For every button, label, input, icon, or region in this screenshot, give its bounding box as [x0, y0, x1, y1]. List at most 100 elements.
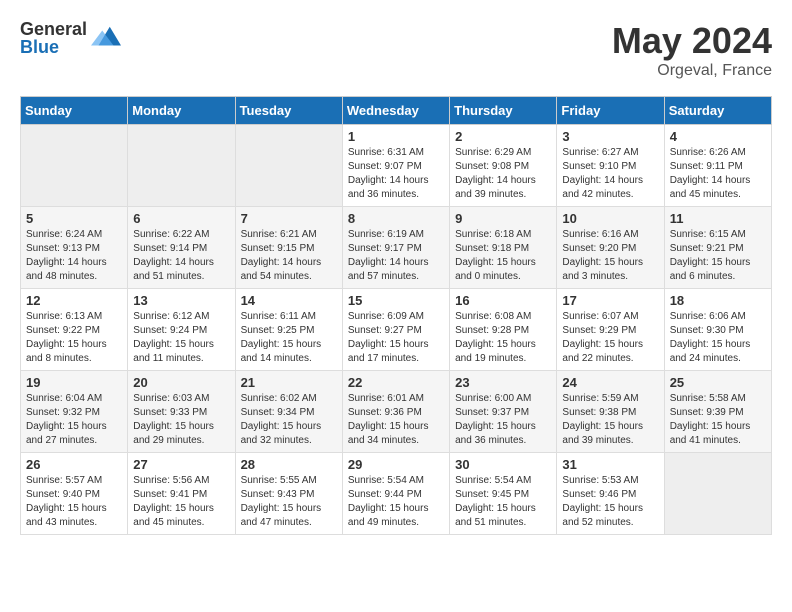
header-day: Friday [557, 97, 664, 125]
calendar-cell [235, 125, 342, 207]
day-info: Sunrise: 6:13 AM Sunset: 9:22 PM Dayligh… [26, 310, 122, 366]
logo-general-text: General [20, 20, 87, 38]
day-info: Sunrise: 6:00 AM Sunset: 9:37 PM Dayligh… [455, 392, 551, 448]
header-day: Thursday [450, 97, 557, 125]
calendar-cell: 10Sunrise: 6:16 AM Sunset: 9:20 PM Dayli… [557, 207, 664, 289]
calendar-cell: 24Sunrise: 5:59 AM Sunset: 9:38 PM Dayli… [557, 371, 664, 453]
calendar-cell: 9 Sunrise: 6:18 AM Sunset: 9:18 PM Daylig… [450, 207, 557, 289]
day-number: 7 [241, 211, 337, 226]
day-number: 28 [241, 457, 337, 472]
calendar-cell: 13 Sunrise: 6:12 AM Sunset: 9:24 PM Dayli… [128, 289, 235, 371]
day-number: 21 [241, 375, 337, 390]
day-info: Sunrise: 5:56 AM Sunset: 9:41 PM Dayligh… [133, 474, 229, 530]
day-info: Sunrise: 6:06 AM Sunset: 9:30 PM Dayligh… [670, 310, 766, 366]
header-day: Monday [128, 97, 235, 125]
calendar-body: 1 Sunrise: 6:31 AM Sunset: 9:07 PM Daylig… [21, 125, 772, 535]
day-info: Sunrise: 6:21 AM Sunset: 9:15 PM Dayligh… [241, 228, 337, 284]
calendar-header: SundayMondayTuesdayWednesdayThursdayFrid… [21, 97, 772, 125]
day-info: Sunrise: 6:24 AM Sunset: 9:13 PM Dayligh… [26, 228, 122, 284]
header-day: Wednesday [342, 97, 449, 125]
calendar-cell: 6Sunrise: 6:22 AM Sunset: 9:14 PM Daylig… [128, 207, 235, 289]
month-title: May 2024 [612, 20, 772, 62]
calendar-table: SundayMondayTuesdayWednesdayThursdayFrid… [20, 96, 772, 535]
day-number: 14 [241, 293, 337, 308]
day-number: 26 [26, 457, 122, 472]
day-info: Sunrise: 6:15 AM Sunset: 9:21 PM Dayligh… [670, 228, 766, 284]
calendar-cell: 23 Sunrise: 6:00 AM Sunset: 9:37 PM Dayli… [450, 371, 557, 453]
calendar-cell: 4 Sunrise: 6:26 AM Sunset: 9:11 PM Daylig… [664, 125, 771, 207]
day-number: 29 [348, 457, 444, 472]
day-number: 17 [562, 293, 658, 308]
day-number: 22 [348, 375, 444, 390]
day-number: 2 [455, 129, 551, 144]
calendar-cell: 29Sunrise: 5:54 AM Sunset: 9:44 PM Dayli… [342, 453, 449, 535]
day-info: Sunrise: 5:55 AM Sunset: 9:43 PM Dayligh… [241, 474, 337, 530]
day-info: Sunrise: 6:03 AM Sunset: 9:33 PM Dayligh… [133, 392, 229, 448]
day-info: Sunrise: 6:19 AM Sunset: 9:17 PM Dayligh… [348, 228, 444, 284]
calendar-cell: 3 Sunrise: 6:27 AM Sunset: 9:10 PM Daylig… [557, 125, 664, 207]
calendar-cell [128, 125, 235, 207]
header-day: Saturday [664, 97, 771, 125]
day-info: Sunrise: 6:12 AM Sunset: 9:24 PM Dayligh… [133, 310, 229, 366]
calendar-cell: 11 Sunrise: 6:15 AM Sunset: 9:21 PM Dayli… [664, 207, 771, 289]
calendar-cell: 1 Sunrise: 6:31 AM Sunset: 9:07 PM Daylig… [342, 125, 449, 207]
day-info: Sunrise: 6:16 AM Sunset: 9:20 PM Dayligh… [562, 228, 658, 284]
day-info: Sunrise: 6:26 AM Sunset: 9:11 PM Dayligh… [670, 146, 766, 202]
day-number: 15 [348, 293, 444, 308]
calendar-cell: 14 Sunrise: 6:11 AM Sunset: 9:25 PM Dayli… [235, 289, 342, 371]
calendar-cell: 28 Sunrise: 5:55 AM Sunset: 9:43 PM Dayli… [235, 453, 342, 535]
calendar-week: 19Sunrise: 6:04 AM Sunset: 9:32 PM Dayli… [21, 371, 772, 453]
location: Orgeval, France [612, 62, 772, 80]
calendar-cell: 8 Sunrise: 6:19 AM Sunset: 9:17 PM Daylig… [342, 207, 449, 289]
header-day: Sunday [21, 97, 128, 125]
day-info: Sunrise: 6:04 AM Sunset: 9:32 PM Dayligh… [26, 392, 122, 448]
day-info: Sunrise: 5:54 AM Sunset: 9:45 PM Dayligh… [455, 474, 551, 530]
day-info: Sunrise: 6:02 AM Sunset: 9:34 PM Dayligh… [241, 392, 337, 448]
day-info: Sunrise: 6:09 AM Sunset: 9:27 PM Dayligh… [348, 310, 444, 366]
day-info: Sunrise: 5:53 AM Sunset: 9:46 PM Dayligh… [562, 474, 658, 530]
day-number: 13 [133, 293, 229, 308]
day-number: 3 [562, 129, 658, 144]
calendar-cell: 2 Sunrise: 6:29 AM Sunset: 9:08 PM Daylig… [450, 125, 557, 207]
day-number: 9 [455, 211, 551, 226]
header-row: SundayMondayTuesdayWednesdayThursdayFrid… [21, 97, 772, 125]
logo-blue-text: Blue [20, 38, 87, 56]
logo-icon [91, 23, 121, 53]
day-number: 31 [562, 457, 658, 472]
day-info: Sunrise: 6:18 AM Sunset: 9:18 PM Dayligh… [455, 228, 551, 284]
calendar-week: 5 Sunrise: 6:24 AM Sunset: 9:13 PM Daylig… [21, 207, 772, 289]
day-info: Sunrise: 6:29 AM Sunset: 9:08 PM Dayligh… [455, 146, 551, 202]
day-number: 16 [455, 293, 551, 308]
day-number: 11 [670, 211, 766, 226]
day-number: 5 [26, 211, 122, 226]
calendar-week: 12Sunrise: 6:13 AM Sunset: 9:22 PM Dayli… [21, 289, 772, 371]
calendar-cell: 21 Sunrise: 6:02 AM Sunset: 9:34 PM Dayli… [235, 371, 342, 453]
calendar-cell [21, 125, 128, 207]
day-info: Sunrise: 6:31 AM Sunset: 9:07 PM Dayligh… [348, 146, 444, 202]
day-info: Sunrise: 6:01 AM Sunset: 9:36 PM Dayligh… [348, 392, 444, 448]
day-info: Sunrise: 5:59 AM Sunset: 9:38 PM Dayligh… [562, 392, 658, 448]
day-number: 6 [133, 211, 229, 226]
day-number: 1 [348, 129, 444, 144]
day-info: Sunrise: 5:58 AM Sunset: 9:39 PM Dayligh… [670, 392, 766, 448]
calendar-cell: 15 Sunrise: 6:09 AM Sunset: 9:27 PM Dayli… [342, 289, 449, 371]
calendar-cell: 5 Sunrise: 6:24 AM Sunset: 9:13 PM Daylig… [21, 207, 128, 289]
day-info: Sunrise: 5:57 AM Sunset: 9:40 PM Dayligh… [26, 474, 122, 530]
day-info: Sunrise: 6:07 AM Sunset: 9:29 PM Dayligh… [562, 310, 658, 366]
calendar-cell: 16Sunrise: 6:08 AM Sunset: 9:28 PM Dayli… [450, 289, 557, 371]
header-day: Tuesday [235, 97, 342, 125]
day-number: 23 [455, 375, 551, 390]
logo: General Blue [20, 20, 121, 56]
calendar-cell: 12Sunrise: 6:13 AM Sunset: 9:22 PM Dayli… [21, 289, 128, 371]
day-info: Sunrise: 6:11 AM Sunset: 9:25 PM Dayligh… [241, 310, 337, 366]
calendar-cell: 31 Sunrise: 5:53 AM Sunset: 9:46 PM Dayli… [557, 453, 664, 535]
title-area: May 2024 Orgeval, France [612, 20, 772, 80]
day-number: 27 [133, 457, 229, 472]
page-header: General Blue May 2024 Orgeval, France [20, 20, 772, 80]
calendar-cell: 30Sunrise: 5:54 AM Sunset: 9:45 PM Dayli… [450, 453, 557, 535]
day-info: Sunrise: 6:27 AM Sunset: 9:10 PM Dayligh… [562, 146, 658, 202]
day-number: 4 [670, 129, 766, 144]
calendar-cell: 22 Sunrise: 6:01 AM Sunset: 9:36 PM Dayli… [342, 371, 449, 453]
day-number: 18 [670, 293, 766, 308]
day-number: 8 [348, 211, 444, 226]
